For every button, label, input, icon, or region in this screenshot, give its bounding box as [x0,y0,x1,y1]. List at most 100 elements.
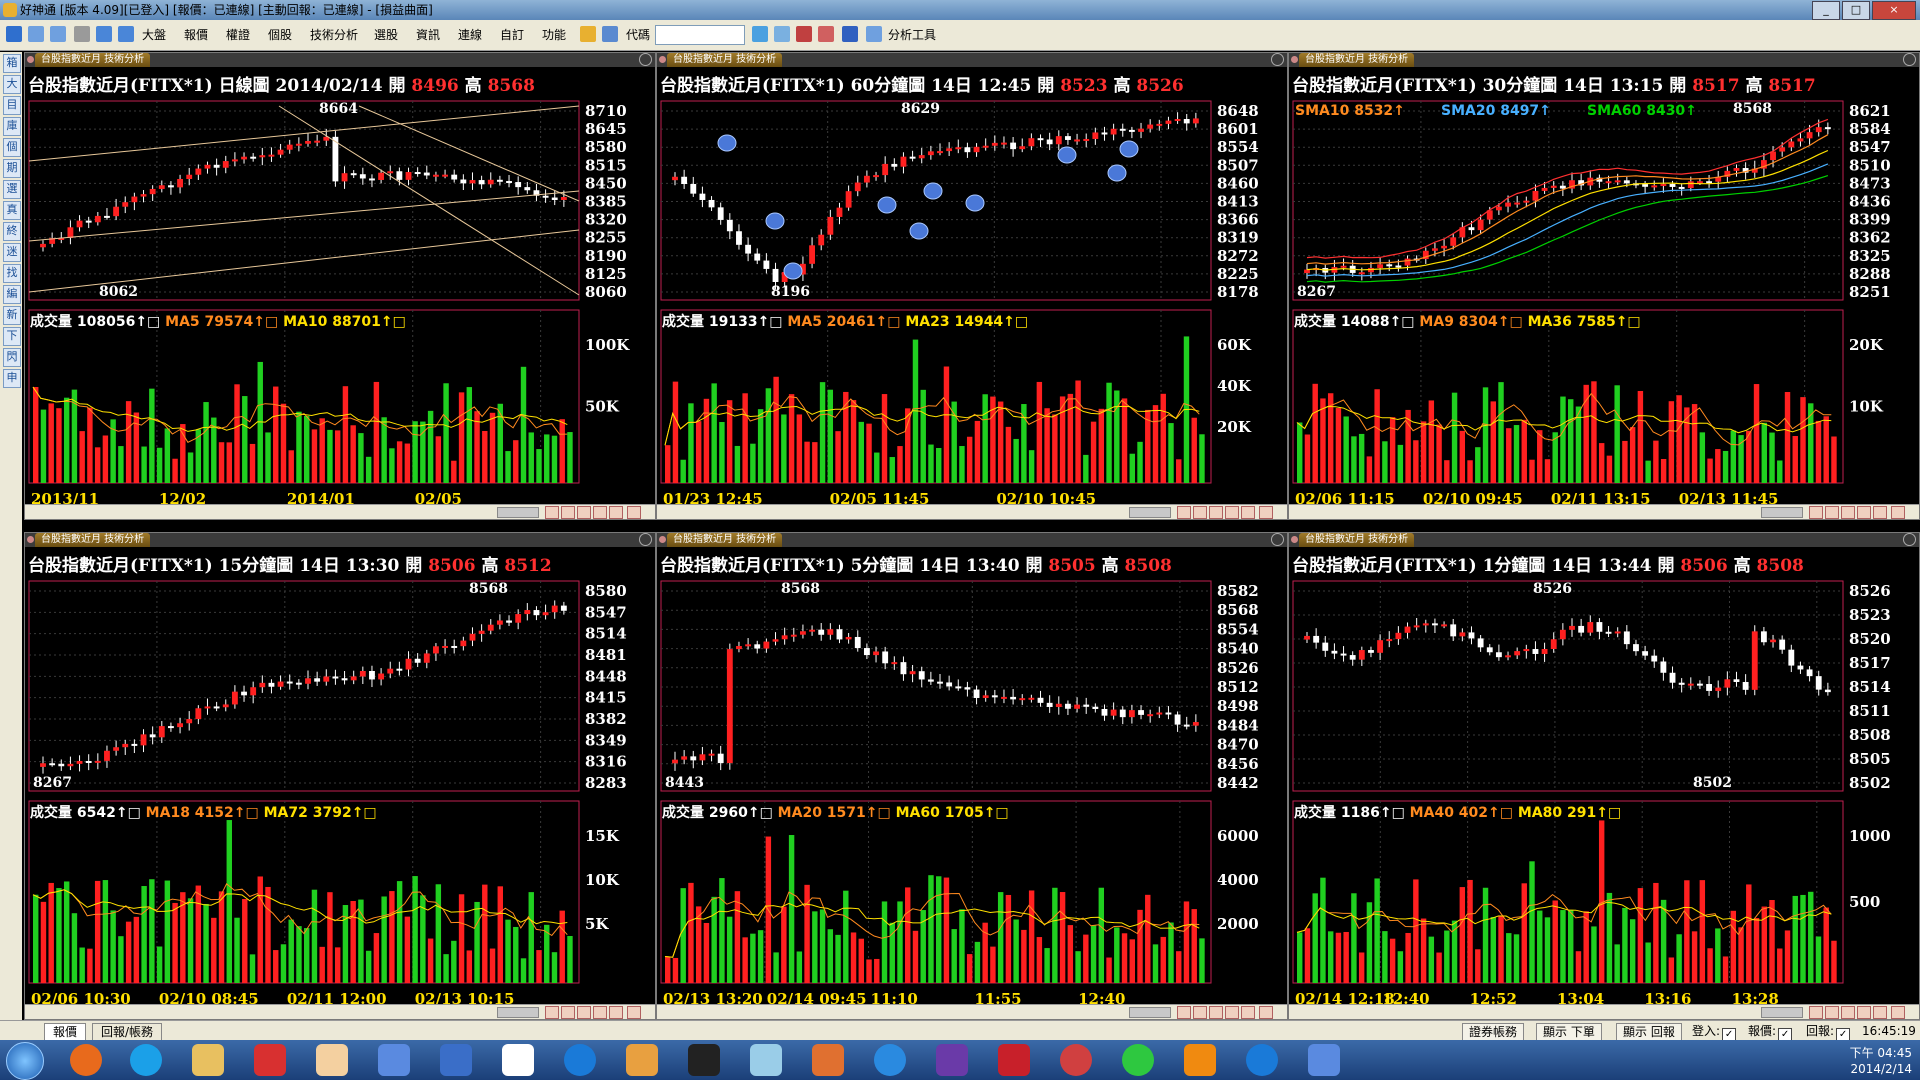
zoom-in-icon[interactable] [1809,1006,1823,1019]
sidebar-button[interactable]: 大 [3,75,21,94]
menu-custom[interactable]: 自訂 [500,26,524,44]
back-arrow-icon[interactable] [28,26,44,42]
grid-icon[interactable] [602,26,618,42]
media-player-icon[interactable] [626,1044,658,1076]
settings-icon[interactable] [1259,1006,1273,1019]
zoom-out-icon[interactable] [1193,1006,1207,1019]
menu-market[interactable]: 大盤 [142,26,166,44]
settings-icon[interactable] [627,506,641,519]
forward-arrow-icon[interactable] [50,26,66,42]
app-glass-icon[interactable] [750,1044,782,1076]
sidebar-button[interactable]: 編 [3,285,21,304]
expand-icon[interactable] [593,506,607,519]
sidebar-button[interactable]: 迷 [3,243,21,262]
sidebar-button[interactable]: 閃 [3,348,21,367]
scroll-thumb[interactable] [497,1007,539,1018]
horizontal-scrollbar[interactable] [657,1004,1287,1019]
menu-warrant[interactable]: 權證 [226,26,250,44]
show-order-button[interactable]: 顯示 下單 [1536,1023,1602,1041]
chart-app-icon[interactable] [378,1044,410,1076]
sidebar-button[interactable]: 箱 [3,54,21,73]
zoom-in-icon[interactable] [1177,506,1191,519]
scroll-thumb[interactable] [1129,1007,1171,1018]
expand-icon[interactable] [1225,1006,1239,1019]
expand-icon[interactable] [1225,506,1239,519]
analysis-tool-button[interactable]: 分析工具 [888,26,936,44]
app-god-icon[interactable] [316,1044,348,1076]
close-button[interactable]: × [1872,1,1916,20]
shrink-icon[interactable] [577,506,591,519]
console-icon[interactable] [688,1044,720,1076]
sidebar-button[interactable]: 真 [3,201,21,220]
tab-quote[interactable]: 報價 [44,1023,87,1041]
fit-icon[interactable] [609,1006,623,1019]
zoom-out-icon[interactable] [561,1006,575,1019]
firefox-icon[interactable] [70,1044,102,1076]
stop-icon[interactable] [818,26,834,42]
show-report-button[interactable]: 顯示 回報 [1616,1023,1682,1041]
securities-account-button[interactable]: 證券帳務 [1462,1023,1525,1041]
sidebar-button[interactable]: 終 [3,222,21,241]
visual-studio-icon[interactable] [936,1044,968,1076]
sidebar-button[interactable]: 下 [3,327,21,346]
horizontal-scrollbar[interactable] [25,504,655,519]
tab-report-account[interactable]: 回報/帳務 [92,1023,163,1041]
settings-icon[interactable] [1891,506,1905,519]
sidebar-button[interactable]: 目 [3,96,21,115]
cursor-icon[interactable] [842,26,858,42]
menu-function[interactable]: 功能 [542,26,566,44]
ie-icon[interactable] [564,1044,596,1076]
scroll-thumb[interactable] [1761,507,1803,518]
folder-icon[interactable] [192,1044,224,1076]
shrink-icon[interactable] [1841,1006,1855,1019]
expand-icon[interactable] [1857,1006,1871,1019]
sidebar-button[interactable]: 選 [3,180,21,199]
expand-icon[interactable] [593,1006,607,1019]
zoom-in-icon[interactable] [545,506,559,519]
expand-icon[interactable] [1857,506,1871,519]
search-icon[interactable] [774,26,790,42]
menu-technical[interactable]: 技術分析 [310,26,358,44]
print-icon[interactable] [74,26,90,42]
sidebar-button[interactable]: 庫 [3,117,21,136]
home-icon[interactable] [6,26,22,42]
menu-screener[interactable]: 選股 [374,26,398,44]
sidebar-button[interactable]: 申 [3,369,21,388]
zoom-in-icon[interactable] [1809,506,1823,519]
zoom-out-icon[interactable] [1825,506,1839,519]
chart-icon[interactable] [752,26,768,42]
zoom-in-icon[interactable] [545,1006,559,1019]
maximize-button[interactable]: □ [1842,1,1870,20]
menu-info[interactable]: 資訊 [416,26,440,44]
sidebar-button[interactable]: 期 [3,159,21,178]
code-input[interactable] [655,25,745,45]
pencil-icon[interactable] [580,26,596,42]
chart-area[interactable]: 8648860185548507846084138366831982728225… [657,53,1287,519]
zoom-out-icon[interactable] [1825,1006,1839,1019]
app-red-icon[interactable] [254,1044,286,1076]
filezilla-icon[interactable] [998,1044,1030,1076]
app-fish-icon[interactable] [812,1044,844,1076]
zoom-in-icon[interactable] [1177,1006,1191,1019]
scroll-thumb[interactable] [1129,507,1171,518]
ie-2-icon[interactable] [874,1044,906,1076]
app-bird-icon[interactable] [1060,1044,1092,1076]
fit-icon[interactable] [1241,506,1255,519]
app-blue-icon[interactable] [440,1044,472,1076]
fit-icon[interactable] [1873,506,1887,519]
zoom-out-icon[interactable] [1193,506,1207,519]
menu-stock[interactable]: 個股 [268,26,292,44]
export-icon[interactable] [96,26,112,42]
menu-connect[interactable]: 連線 [458,26,482,44]
zoom-icon[interactable] [866,26,882,42]
zoom-out-icon[interactable] [561,506,575,519]
menu-quote[interactable]: 報價 [184,26,208,44]
horizontal-scrollbar[interactable] [657,504,1287,519]
horizontal-scrollbar[interactable] [25,1004,655,1019]
sidebar-button[interactable]: 個 [3,138,21,157]
window-icon[interactable] [118,26,134,42]
settings-icon[interactable] [627,1006,641,1019]
vlc-icon[interactable] [1184,1044,1216,1076]
scroll-thumb[interactable] [497,507,539,518]
shrink-icon[interactable] [1841,506,1855,519]
